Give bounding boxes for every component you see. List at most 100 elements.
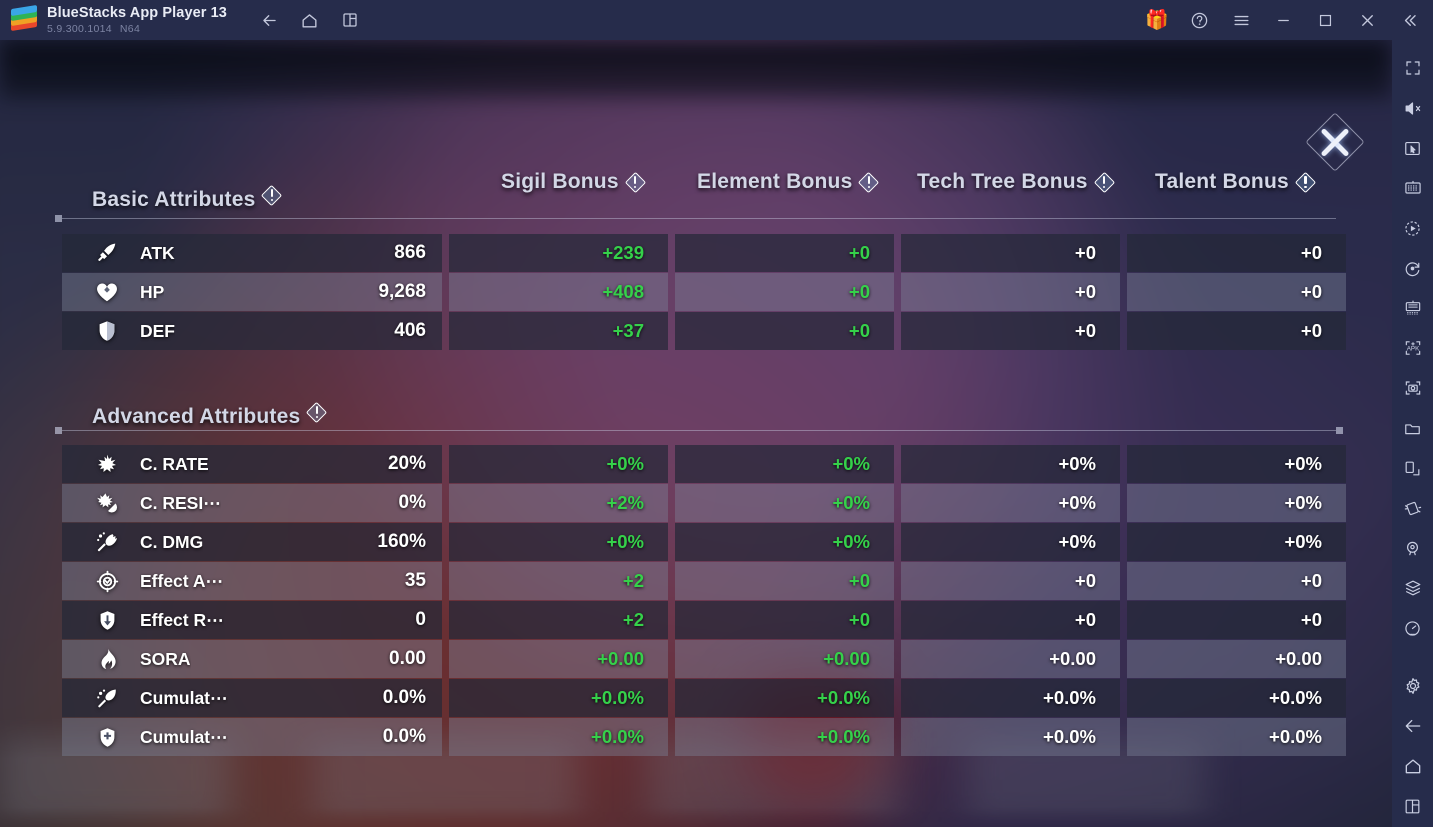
attribute-label: C. RESI⋯	[140, 492, 221, 513]
info-icon[interactable]	[624, 171, 646, 193]
minimize-button[interactable]	[1263, 0, 1303, 40]
bonus-value: +0%	[832, 453, 870, 474]
attribute-name-column: ATK 866 HP 9,268 DEF 406	[62, 234, 442, 350]
shield-icon	[92, 316, 122, 346]
effect-res-icon	[92, 605, 122, 635]
home-icon[interactable]	[1392, 746, 1433, 786]
record-icon[interactable]	[1392, 248, 1433, 288]
table-row[interactable]: Cumulat⋯ 0.0%	[62, 679, 442, 717]
maximize-button[interactable]	[1305, 0, 1345, 40]
close-panel-button[interactable]	[1305, 112, 1365, 172]
attribute-value: 0.0%	[382, 726, 426, 747]
bonus-value: +0%	[1284, 453, 1322, 474]
attribute-label: Cumulat⋯	[140, 687, 228, 708]
info-icon[interactable]	[1093, 171, 1115, 193]
table-cell: +0	[901, 273, 1120, 311]
back-icon[interactable]	[1392, 706, 1433, 746]
bonus-value: +0	[1300, 320, 1322, 341]
macro-play-icon[interactable]	[1392, 208, 1433, 248]
table-row[interactable]: SORA 0.00	[62, 640, 442, 678]
table-row[interactable]: Effect R⋯ 0	[62, 601, 442, 639]
help-button[interactable]	[1179, 0, 1219, 40]
titlebar-window-controls: 🎁	[1137, 0, 1433, 40]
menu-button[interactable]	[1221, 0, 1261, 40]
attribute-value: 35	[404, 570, 426, 591]
bonus-value: +0	[848, 320, 870, 341]
attribute-value: 160%	[377, 531, 426, 552]
install-apk-icon[interactable]: APK	[1392, 328, 1433, 368]
game-viewport[interactable]: Basic Attributes Sigil Bonus Element Bon…	[0, 40, 1392, 827]
table-row[interactable]: C. DMG 160%	[62, 523, 442, 561]
info-icon[interactable]	[306, 401, 328, 423]
bonus-value: +0%	[1058, 492, 1096, 513]
table-row[interactable]: C. RESI⋯ 0%	[62, 484, 442, 522]
shake-icon[interactable]	[1392, 488, 1433, 528]
table-cell: +0	[675, 273, 894, 311]
attribute-label: C. DMG	[140, 531, 204, 552]
svg-text:APK: APK	[1406, 346, 1419, 353]
performance-icon[interactable]	[1392, 608, 1433, 648]
bonus-value: +0.0%	[1269, 726, 1322, 747]
info-icon[interactable]	[1294, 171, 1316, 193]
table-row[interactable]: C. RATE 20%	[62, 445, 442, 483]
bonus-column-element: +0% +0% +0% +0 +0 +0.00 +0.0% +0.0%	[675, 445, 894, 756]
mute-icon[interactable]	[1392, 88, 1433, 128]
effect-acc-icon	[92, 566, 122, 596]
column-header-element: Element Bonus	[697, 170, 880, 194]
bonus-value: +0.0%	[1043, 687, 1096, 708]
bonus-value: +408	[602, 281, 644, 302]
close-button[interactable]	[1347, 0, 1387, 40]
table-row[interactable]: DEF 406	[62, 312, 442, 350]
sword-icon	[92, 238, 122, 268]
bonus-column-tech: +0% +0% +0% +0 +0 +0.00 +0.0% +0.0%	[901, 445, 1120, 756]
table-cell: +0%	[675, 523, 894, 561]
bonus-value: +0	[848, 609, 870, 630]
location-icon[interactable]	[1392, 528, 1433, 568]
app-build: N64	[119, 23, 141, 35]
keyboard-controls-icon[interactable]	[1392, 168, 1433, 208]
settings-gear-icon[interactable]	[1392, 666, 1433, 706]
bonus-value: +0.0%	[817, 687, 870, 708]
script-icon[interactable]	[1392, 288, 1433, 328]
cursor-control-icon[interactable]	[1392, 128, 1433, 168]
table-row[interactable]: ATK 866	[62, 234, 442, 272]
attribute-label: Effect A⋯	[140, 570, 223, 591]
column-header-tech-tree: Tech Tree Bonus	[917, 170, 1115, 194]
table-cell: +0%	[449, 523, 668, 561]
table-cell: +0%	[449, 445, 668, 483]
bonus-value: +0	[1300, 281, 1322, 302]
bonus-value: +0%	[606, 531, 644, 552]
bonus-value: +0%	[1284, 492, 1322, 513]
table-row[interactable]: Effect A⋯ 35	[62, 562, 442, 600]
rotate-icon[interactable]	[1392, 448, 1433, 488]
advanced-attributes-header: Advanced Attributes	[92, 395, 328, 429]
table-cell: +0%	[675, 445, 894, 483]
column-header-sigil-label: Sigil Bonus	[501, 170, 619, 193]
table-cell: +0.0%	[901, 679, 1120, 717]
table-cell: +0.0%	[449, 679, 668, 717]
media-manager-icon[interactable]	[1392, 408, 1433, 448]
advanced-attributes-table: C. RATE 20% C. RESI⋯ 0% C. DMG 160% Effect A⋯ 3…	[62, 445, 1346, 756]
table-cell: +0	[1127, 562, 1346, 600]
back-button[interactable]	[253, 5, 287, 35]
home-button[interactable]	[293, 5, 327, 35]
collapse-sidebar-button[interactable]	[1389, 0, 1429, 40]
fullscreen-icon[interactable]	[1392, 48, 1433, 88]
table-cell: +37	[449, 312, 668, 350]
table-cell: +0	[901, 601, 1120, 639]
table-row[interactable]: Cumulat⋯ 0.0%	[62, 718, 442, 756]
gift-button[interactable]: 🎁	[1137, 0, 1177, 40]
app-version: 5.9.300.1014	[47, 23, 112, 35]
screenshot-icon[interactable]	[1392, 368, 1433, 408]
recent-apps-icon[interactable]	[1392, 786, 1433, 826]
multi-instance-button[interactable]	[333, 5, 367, 35]
title-bar: BlueStacks App Player 13 5.9.300.1014 N64…	[0, 0, 1433, 40]
bonus-value: +0.0%	[817, 726, 870, 747]
multi-instance-manager-icon[interactable]	[1392, 568, 1433, 608]
info-icon[interactable]	[858, 171, 880, 193]
table-row[interactable]: HP 9,268	[62, 273, 442, 311]
bonus-value: +0	[848, 242, 870, 263]
advanced-attributes-title: Advanced Attributes	[92, 405, 301, 428]
attribute-name-column: C. RATE 20% C. RESI⋯ 0% C. DMG 160% Effect A⋯ 3…	[62, 445, 442, 756]
bluestacks-logo-icon	[11, 4, 37, 33]
